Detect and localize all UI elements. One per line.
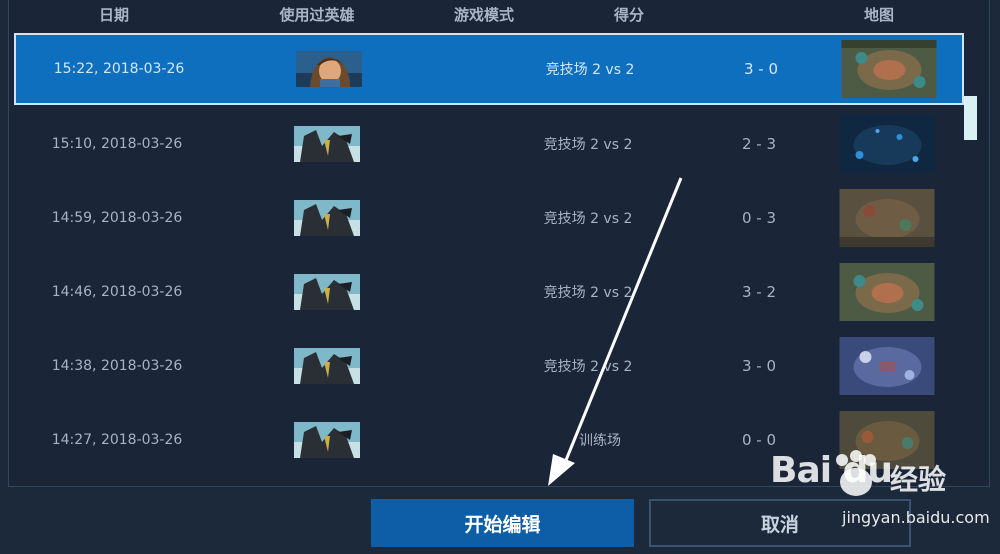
hero-portrait-icon bbox=[294, 422, 360, 458]
row-game-mode: 竞技场 2 vs 2 bbox=[543, 285, 633, 301]
row-score: 3 - 2 bbox=[741, 283, 777, 301]
row-game-mode: 训练场 bbox=[579, 433, 621, 449]
map-thumbnail-icon bbox=[841, 40, 937, 98]
scrollbar-thumb[interactable] bbox=[964, 96, 977, 140]
table-header: 日期 使用过英雄 游戏模式 得分 地图 bbox=[0, 0, 1000, 30]
column-header-mode: 游戏模式 bbox=[453, 6, 515, 24]
row-score: 0 - 0 bbox=[741, 431, 777, 449]
row-date: 14:46, 2018-03-26 bbox=[51, 284, 183, 300]
row-date: 14:27, 2018-03-26 bbox=[51, 432, 183, 448]
cancel-button[interactable]: 取消 bbox=[649, 499, 911, 547]
hero-portrait-icon bbox=[294, 348, 360, 384]
row-game-mode: 竞技场 2 vs 2 bbox=[543, 137, 633, 153]
row-game-mode: 竞技场 2 vs 2 bbox=[545, 62, 635, 78]
map-thumbnail-icon bbox=[839, 337, 935, 395]
map-thumbnail-icon bbox=[839, 115, 935, 173]
hero-portrait-icon bbox=[294, 274, 360, 310]
row-score: 3 - 0 bbox=[743, 60, 779, 78]
column-header-date: 日期 bbox=[98, 6, 130, 24]
row-game-mode: 竞技场 2 vs 2 bbox=[543, 211, 633, 227]
table-row[interactable]: 14:59, 2018-03-26 竞技场 2 vs 2 0 - 3 bbox=[14, 183, 964, 253]
row-score: 3 - 0 bbox=[741, 357, 777, 375]
row-date: 15:10, 2018-03-26 bbox=[51, 136, 183, 152]
start-edit-button[interactable]: 开始编辑 bbox=[371, 499, 634, 547]
table-row[interactable]: 14:38, 2018-03-26 竞技场 2 vs 2 3 - 0 bbox=[14, 331, 964, 401]
row-score: 2 - 3 bbox=[741, 135, 777, 153]
row-date: 14:38, 2018-03-26 bbox=[51, 358, 183, 374]
table-row[interactable]: 14:46, 2018-03-26 竞技场 2 vs 2 3 - 2 bbox=[14, 257, 964, 327]
replay-window: 日期 使用过英雄 游戏模式 得分 地图 15:22, 2018-03-26 竞技… bbox=[0, 0, 1000, 554]
hero-portrait-icon bbox=[294, 126, 360, 162]
table-row[interactable]: 15:22, 2018-03-26 竞技场 2 vs 2 3 - 0 bbox=[14, 33, 964, 105]
map-thumbnail-icon bbox=[839, 189, 935, 247]
map-thumbnail-icon bbox=[839, 411, 935, 469]
hero-portrait-icon bbox=[296, 51, 362, 87]
table-row[interactable]: 14:27, 2018-03-26 训练场 0 - 0 bbox=[14, 405, 964, 475]
hero-portrait-icon bbox=[294, 200, 360, 236]
column-header-map: 地图 bbox=[863, 6, 895, 24]
table-row[interactable]: 15:10, 2018-03-26 竞技场 2 vs 2 2 - 3 bbox=[14, 109, 964, 179]
row-game-mode: 竞技场 2 vs 2 bbox=[543, 359, 633, 375]
column-header-score: 得分 bbox=[613, 6, 645, 24]
column-header-hero: 使用过英雄 bbox=[279, 6, 355, 24]
row-date: 14:59, 2018-03-26 bbox=[51, 210, 183, 226]
map-thumbnail-icon bbox=[839, 263, 935, 321]
row-score: 0 - 3 bbox=[741, 209, 777, 227]
row-date: 15:22, 2018-03-26 bbox=[53, 61, 185, 77]
